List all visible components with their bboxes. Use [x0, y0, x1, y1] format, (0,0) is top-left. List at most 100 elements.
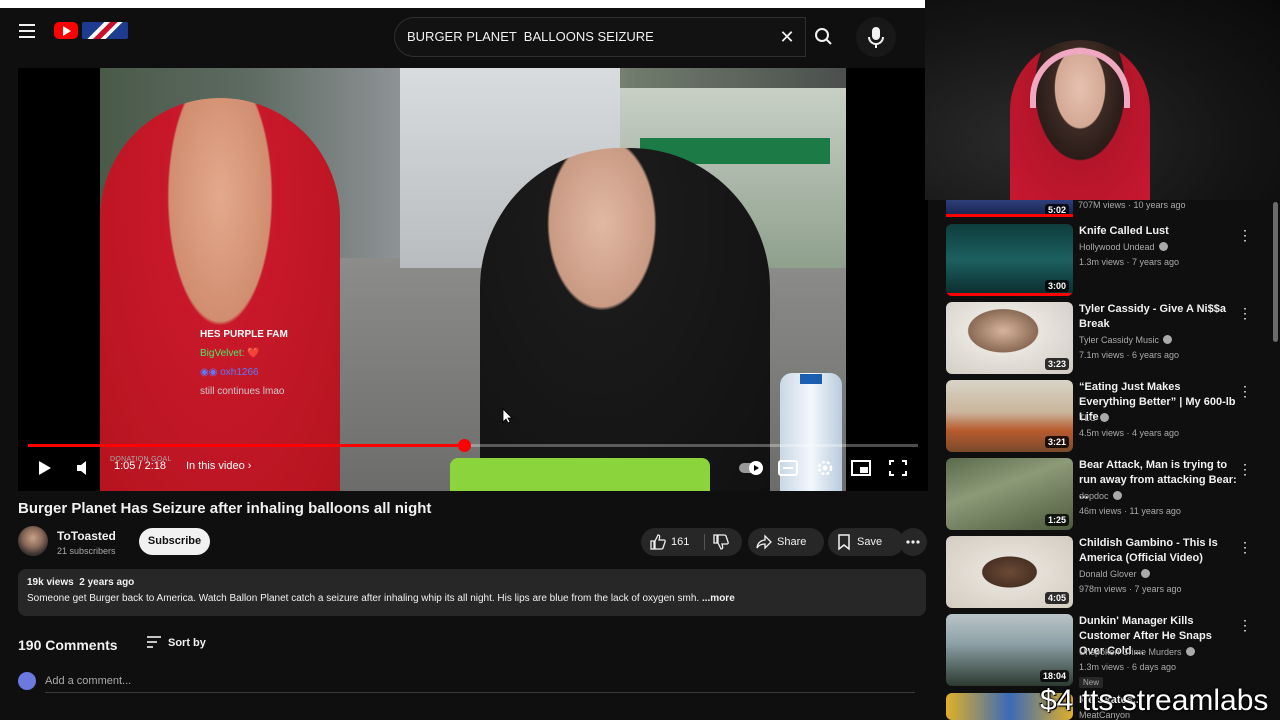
youtube-logo[interactable]	[54, 20, 130, 42]
description-box[interactable]: 19k views 2 years ago Someone get Burger…	[18, 569, 926, 616]
search-input[interactable]: BURGER PLANET BALLOONS SEIZURE ✕	[394, 17, 806, 57]
duration-badge: 3:23	[1044, 358, 1069, 370]
subscriber-count: 21 subscribers	[57, 546, 116, 556]
user-avatar	[18, 672, 36, 690]
more-vertical-icon[interactable]: ⋮	[1238, 616, 1252, 634]
recommendation-title: Knife Called Lust	[1079, 225, 1169, 237]
recommendation-views: 1.3m views · 7 years ago	[1079, 257, 1180, 267]
recommendation-item[interactable]: 18:04 Dunkin' Manager Kills Customer Aft…	[946, 614, 1256, 688]
autoplay-icon	[739, 461, 763, 475]
recommendation-thumbnail[interactable]: 18:04	[946, 614, 1073, 686]
comments-count: 190 Comments	[18, 637, 118, 653]
like-dislike-group: 161	[641, 528, 742, 556]
time-display: 1:05 / 2:18	[114, 460, 166, 472]
sort-by-label: Sort by	[168, 637, 206, 649]
search-button[interactable]	[806, 17, 842, 57]
recommendation-thumbnail[interactable]: 3:21	[946, 380, 1073, 452]
recommendation-thumbnail[interactable]: 3:00	[946, 224, 1073, 296]
green-basket	[450, 458, 710, 491]
more-actions-button[interactable]	[899, 528, 927, 556]
verified-icon	[1100, 413, 1110, 422]
recommendation-item[interactable]: 3:21 “Eating Just Makes Everything Bette…	[946, 380, 1256, 452]
play-button[interactable]	[34, 456, 56, 480]
recommendation-item[interactable]: 3:00 Knife Called Lust Hollywood Undead …	[946, 224, 1256, 296]
channel-name[interactable]: ToToasted	[57, 529, 116, 543]
save-button[interactable]: Save	[828, 528, 904, 556]
add-comment-input[interactable]: Add a comment...	[45, 675, 131, 687]
scrollbar[interactable]	[1271, 200, 1280, 720]
progress-bar[interactable]	[28, 439, 918, 452]
more-vertical-icon[interactable]: ⋮	[1238, 382, 1252, 400]
recommendation-thumbnail[interactable]: 3:23	[946, 302, 1073, 374]
miniplayer-button[interactable]	[850, 458, 874, 478]
autoplay-toggle[interactable]	[738, 458, 763, 478]
fullscreen-button[interactable]	[887, 458, 911, 478]
settings-button[interactable]	[814, 458, 838, 478]
subscribe-button[interactable]: Subscribe	[139, 528, 210, 555]
fullscreen-icon	[889, 460, 907, 476]
recommendation-thumbnail[interactable]: 1:25	[946, 458, 1073, 530]
recommendation-title: Tyler Cassidy - Give A Ni$$a Break	[1079, 303, 1226, 330]
channel-avatar[interactable]	[18, 526, 48, 556]
share-button[interactable]: Share	[748, 528, 824, 556]
more-vertical-icon[interactable]: ⋮	[1238, 226, 1252, 244]
recommendation-channel: TLC	[1079, 413, 1110, 423]
captions-button[interactable]	[777, 458, 801, 478]
chat-line: HES PURPLE FAM	[200, 329, 288, 340]
description-body: Someone get Burger back to America. Watc…	[27, 593, 700, 604]
recommendations-list: 5:02 707M views · 10 years ago 3:00 Knif…	[925, 200, 1280, 720]
recommendation-channel: Unspoken Crime Murders	[1079, 647, 1195, 657]
voice-search-button[interactable]	[856, 17, 896, 57]
recommendation-channel: dopdoc	[1079, 491, 1122, 501]
more-vertical-icon[interactable]: ⋮	[1238, 538, 1252, 556]
recommendation-views: 1.3m views · 6 days ago	[1079, 662, 1177, 672]
microphone-icon	[868, 27, 884, 48]
more-link[interactable]: ...more	[702, 593, 735, 604]
recommendation-item[interactable]: 4:05 Childish Gambino - This Is America …	[946, 536, 1256, 608]
progress-scrubber[interactable]	[458, 439, 472, 452]
dislike-button[interactable]	[712, 533, 730, 554]
volume-button[interactable]	[72, 456, 96, 480]
duration-badge: 4:05	[1044, 592, 1069, 604]
verified-icon	[1185, 647, 1195, 656]
captions-icon	[778, 460, 798, 476]
channel-label: Tyler Cassidy Music	[1079, 335, 1160, 345]
bookmark-icon	[838, 534, 850, 551]
channel-label: Donald Glover	[1079, 569, 1137, 579]
sort-by-button[interactable]: Sort by	[146, 635, 206, 649]
duration-badge: 1:25	[1044, 514, 1069, 526]
recommendation-item[interactable]: 3:23 Tyler Cassidy - Give A Ni$$a Break …	[946, 302, 1256, 374]
views-and-age: 19k views 2 years ago	[27, 577, 135, 588]
channel-label: TLC	[1079, 413, 1097, 423]
top-strip	[0, 0, 925, 8]
close-icon[interactable]: ✕	[777, 27, 797, 47]
recommendation-channel: Donald Glover	[1079, 569, 1150, 579]
share-label: Share	[777, 536, 807, 548]
description-text: Someone get Burger back to America. Watc…	[27, 593, 735, 604]
more-vertical-icon[interactable]: ⋮	[1238, 460, 1252, 478]
youtube-play-icon	[54, 22, 78, 39]
verified-icon	[1112, 491, 1122, 500]
volume-icon	[77, 461, 86, 475]
duration-badge: 18:04	[1039, 670, 1069, 682]
recommendation-item[interactable]: 1:25 Bear Attack, Man is trying to run a…	[946, 458, 1256, 530]
scrollbar-thumb[interactable]	[1273, 202, 1278, 342]
mouse-cursor-icon	[502, 408, 513, 424]
like-button[interactable]	[649, 533, 667, 554]
more-vertical-icon[interactable]: ⋮	[1238, 304, 1252, 322]
channel-label: Hollywood Undead	[1079, 242, 1155, 252]
comment-input-underline	[45, 692, 915, 693]
recommendation-views: 4.5m views · 4 years ago	[1079, 428, 1180, 438]
video-player[interactable]: HES PURPLE FAM BigVelvet: ❤️ ◉◉ oxh1266 …	[18, 68, 928, 491]
in-this-video-label: In this video	[186, 460, 245, 472]
recommendation-thumbnail[interactable]: 4:05	[946, 536, 1073, 608]
share-icon	[756, 534, 772, 550]
duration-badge: 3:21	[1044, 436, 1069, 448]
recommendation-thumbnail[interactable]: 5:02	[946, 200, 1073, 217]
menu-icon[interactable]	[14, 20, 40, 46]
in-this-video-button[interactable]: In this video ›	[186, 460, 251, 472]
channel-label: dopdoc	[1079, 491, 1109, 501]
chat-line: BigVelvet: ❤️	[200, 348, 260, 359]
verified-icon	[1163, 335, 1173, 344]
person-left	[100, 98, 340, 491]
